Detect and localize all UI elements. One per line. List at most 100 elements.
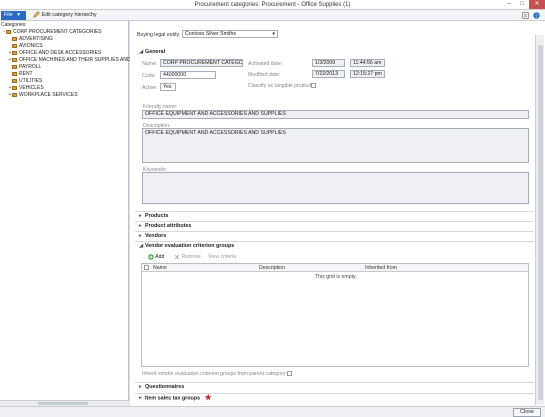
tangible-product-checkbox[interactable] — [311, 83, 316, 88]
item-sales-tax-section-title: Item sales tax groups — [145, 395, 201, 402]
name-field[interactable]: CORP PROCUREMENT CATEGORIE — [160, 59, 243, 67]
column-header-inherited-from[interactable]: Inherited from — [365, 265, 397, 271]
general-section-title: General — [145, 49, 166, 55]
form-footer: Close — [0, 406, 545, 417]
chevron-down-icon: ▾ — [17, 12, 20, 18]
active-field[interactable]: Yes — [160, 83, 176, 91]
description-field[interactable]: OFFICE EQUIPMENT AND ACCESSORIES AND SUP… — [142, 128, 529, 163]
item-sales-tax-section-header[interactable]: ▸ Item sales tax groups ★ — [135, 393, 534, 402]
tree-item[interactable]: UTILITIES — [8, 78, 42, 84]
action-pane: File ▾ Edit category hierarchy ? — [0, 10, 545, 21]
category-folder-icon — [12, 36, 17, 41]
inherit-criterion-groups-checkbox[interactable] — [287, 371, 292, 376]
product-attributes-section-header[interactable]: ▸ Product attributes — [135, 221, 534, 230]
category-folder-icon — [12, 85, 17, 90]
close-window-button[interactable]: ✕ — [529, 0, 545, 9]
category-folder-icon — [12, 57, 17, 62]
category-tree-panel: Categories: − CORP PROCUREMENT CATEGORIES… — [0, 21, 131, 406]
remove-label: Remove — [181, 254, 201, 260]
minimize-button[interactable]: – — [503, 0, 515, 9]
categories-header: Categories: — [1, 22, 27, 28]
tree-item[interactable]: RENT — [8, 71, 33, 77]
tree-item-label: UTILITIES — [19, 78, 43, 84]
vendor-evaluation-section-header[interactable]: ◢ Vendor evaluation criterion groups — [135, 241, 534, 250]
buying-entity-select[interactable]: Contoso Silver Smiths ▾ — [182, 30, 278, 38]
general-section-header[interactable]: ◢ General — [135, 48, 534, 57]
tree-item-label: RENT — [19, 71, 33, 77]
vendors-section-header[interactable]: ▸ Vendors — [135, 231, 534, 240]
buying-entity-label: Buying legal entity: — [137, 32, 181, 38]
activated-date-field: 1/3/2009 — [312, 59, 345, 67]
tree-item-label: OFFICE AND DESK ACCESSORIES — [19, 50, 102, 56]
modified-date-label: Modified date: — [248, 72, 281, 78]
modified-date-field: 7/22/2013 — [312, 70, 345, 78]
help-icon[interactable]: ? — [533, 12, 540, 19]
tree-item[interactable]: + VEHICLES — [8, 85, 44, 91]
category-folder-icon — [12, 64, 17, 69]
tree-item-label: WORKPLACE SERVICES — [19, 92, 78, 98]
friendly-name-field[interactable]: OFFICE EQUIPMENT AND ACCESSORIES AND SUP… — [142, 110, 529, 119]
category-folder-icon — [12, 43, 17, 48]
code-field[interactable]: 44000000 — [160, 71, 216, 79]
column-header-description[interactable]: Description — [259, 265, 285, 271]
category-folder-icon — [12, 71, 17, 76]
category-folder-icon — [12, 92, 17, 97]
tree-item-label: AVIONICS — [19, 43, 43, 49]
maximize-button[interactable]: □ — [516, 0, 528, 9]
modified-time-field: 12:15:27 pm — [350, 70, 385, 78]
tree-item-label: VEHICLES — [19, 85, 44, 91]
scrollbar-thumb[interactable] — [538, 45, 543, 400]
record-info-icon[interactable] — [522, 12, 529, 19]
window-titlebar: Procurement categories: Procurement - Of… — [0, 0, 545, 10]
remove-button[interactable]: Remove — [174, 253, 201, 261]
view-criteria-button[interactable]: View criteria — [208, 253, 236, 261]
edit-category-hierarchy-button[interactable]: Edit category hierarchy — [33, 11, 97, 20]
category-folder-icon — [12, 78, 17, 83]
questionnaires-section-header[interactable]: ▸ Questionnaires — [135, 382, 534, 391]
tree-root-item[interactable]: − CORP PROCUREMENT CATEGORIES — [2, 29, 102, 35]
tree-item[interactable]: + OFFICE AND DESK ACCESSORIES — [8, 50, 102, 56]
code-label: Code: — [142, 73, 156, 79]
active-label: Active: — [142, 85, 158, 91]
tangible-product-label: Classify as tangible product: — [248, 83, 313, 89]
buying-entity-value: Contoso Silver Smiths — [185, 31, 237, 37]
tree-item[interactable]: + OFFICE MACHINES AND THEIR SUPPLIES AND — [8, 57, 131, 63]
column-header-name[interactable]: Name — [153, 265, 167, 271]
tree-item[interactable]: ADVERTISING — [8, 36, 53, 42]
tree-item-label: ADVERTISING — [19, 36, 53, 42]
keywords-field[interactable] — [142, 172, 529, 204]
details-vertical-scrollbar[interactable] — [535, 35, 544, 405]
pencil-icon — [33, 11, 40, 18]
remove-icon — [174, 254, 180, 259]
scrollbar-thumb[interactable] — [38, 402, 88, 405]
required-star-icon: ★ — [204, 393, 212, 402]
file-menu-button[interactable]: File ▾ — [1, 11, 26, 20]
name-label: Name: — [142, 61, 158, 67]
tree-item-label: PAYROLL — [19, 64, 42, 70]
tree-root-label: CORP PROCUREMENT CATEGORIES — [13, 29, 102, 35]
add-label: Add — [155, 254, 165, 260]
grid-empty-message: This grid is empty. — [315, 274, 357, 280]
category-folder-icon — [6, 29, 11, 34]
tree-item[interactable]: PAYROLL — [8, 64, 41, 70]
chevron-down-icon: ▾ — [272, 31, 275, 37]
svg-text:?: ? — [535, 14, 538, 19]
window-title: Procurement categories: Procurement - Of… — [194, 2, 351, 8]
select-all-checkbox[interactable] — [144, 265, 149, 270]
category-folder-icon — [12, 50, 17, 55]
questionnaires-section-title: Questionnaires — [145, 384, 185, 390]
close-button[interactable]: Close — [513, 408, 541, 417]
products-section-title: Products — [145, 213, 169, 219]
file-menu-label: File — [4, 12, 13, 18]
tree-item[interactable]: + WORKPLACE SERVICES — [8, 92, 78, 98]
activated-date-label: Activated date: — [248, 61, 283, 67]
vendor-evaluation-section-title: Vendor evaluation criterion groups — [145, 243, 235, 249]
add-icon — [148, 253, 154, 260]
tree-item[interactable]: AVIONICS — [8, 43, 43, 49]
activated-time-field: 11:44:56 am — [350, 59, 385, 67]
vendors-section-title: Vendors — [145, 233, 167, 239]
products-section-header[interactable]: ▸ Products — [135, 211, 534, 220]
product-attributes-section-title: Product attributes — [145, 223, 192, 229]
tree-item-label: OFFICE MACHINES AND THEIR SUPPLIES AND — [19, 57, 131, 63]
add-button[interactable]: Add — [148, 253, 164, 261]
